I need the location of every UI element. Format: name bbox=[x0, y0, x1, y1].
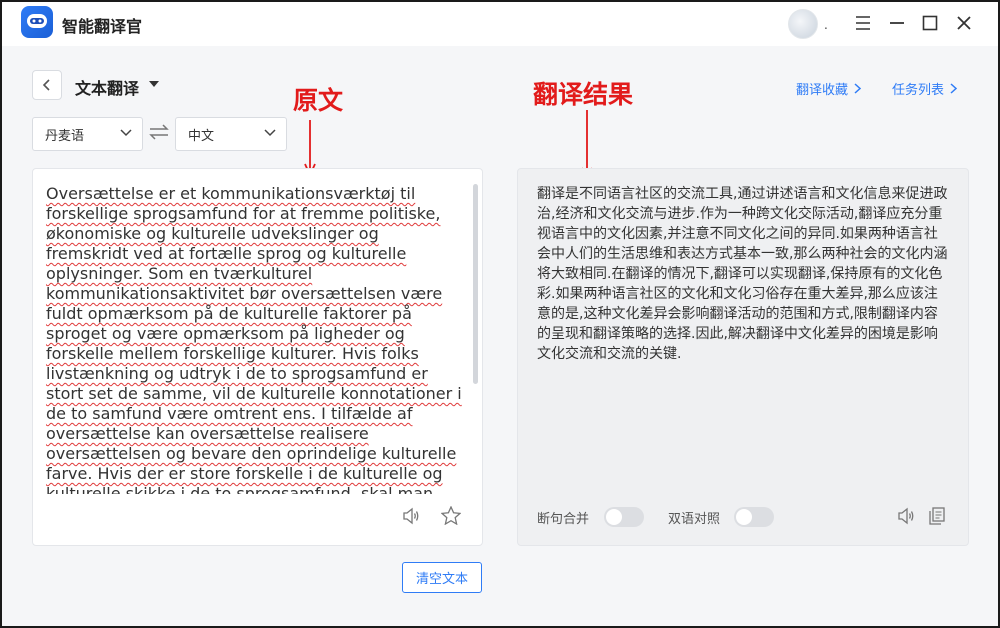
source-scrollbar[interactable] bbox=[473, 184, 478, 384]
speaker-icon[interactable] bbox=[402, 507, 420, 525]
back-button[interactable] bbox=[32, 70, 62, 100]
annotation-result-label: 翻译结果 bbox=[533, 80, 634, 109]
bilingual-label: 双语对照 bbox=[668, 512, 721, 527]
sentence-merge-label: 断句合并 bbox=[537, 512, 590, 527]
title-bar: 智能翻译官 . bbox=[2, 2, 998, 46]
swap-languages-icon[interactable] bbox=[148, 124, 170, 140]
favorites-link[interactable]: 翻译收藏 bbox=[796, 79, 862, 98]
task-list-link-label: 任务列表 bbox=[892, 83, 945, 98]
chevron-right-icon bbox=[854, 83, 862, 94]
source-language-select[interactable]: 丹麦语 bbox=[32, 117, 143, 151]
annotation-source-label: 原文 bbox=[293, 86, 344, 115]
chevron-down-icon bbox=[120, 129, 132, 137]
user-avatar[interactable] bbox=[788, 9, 818, 39]
target-language-select[interactable]: 中文 bbox=[175, 117, 287, 151]
translation-text: 翻译是不同语言社区的交流工具,通过讲述语言和文化信息来促进政治,经济和文化交流与… bbox=[537, 186, 948, 362]
star-icon[interactable] bbox=[441, 506, 461, 525]
caret-down-icon[interactable] bbox=[148, 80, 160, 88]
clear-text-button[interactable]: 清空文本 bbox=[402, 562, 482, 593]
app-logo-icon bbox=[21, 6, 53, 38]
target-language-value: 中文 bbox=[188, 128, 215, 144]
avatar-suffix: . bbox=[824, 18, 828, 32]
chevron-down-icon bbox=[264, 129, 276, 137]
favorites-link-label: 翻译收藏 bbox=[796, 83, 849, 98]
speaker-icon[interactable] bbox=[897, 507, 915, 525]
source-text-input[interactable]: Oversættelse er et kommunikationsværktøj… bbox=[46, 184, 464, 494]
chevron-left-icon bbox=[42, 79, 50, 91]
copy-icon[interactable] bbox=[929, 507, 945, 525]
source-language-value: 丹麦语 bbox=[45, 128, 85, 144]
app-title: 智能翻译官 bbox=[62, 17, 143, 36]
task-list-link[interactable]: 任务列表 bbox=[892, 79, 958, 98]
maximize-icon[interactable] bbox=[917, 10, 943, 36]
mode-title[interactable]: 文本翻译 bbox=[75, 75, 139, 99]
chevron-right-icon bbox=[950, 83, 958, 94]
bilingual-toggle[interactable] bbox=[734, 507, 774, 527]
sentence-merge-toggle[interactable] bbox=[604, 507, 644, 527]
menu-icon[interactable] bbox=[850, 10, 876, 36]
minimize-icon[interactable] bbox=[884, 10, 910, 36]
close-icon[interactable] bbox=[951, 10, 977, 36]
